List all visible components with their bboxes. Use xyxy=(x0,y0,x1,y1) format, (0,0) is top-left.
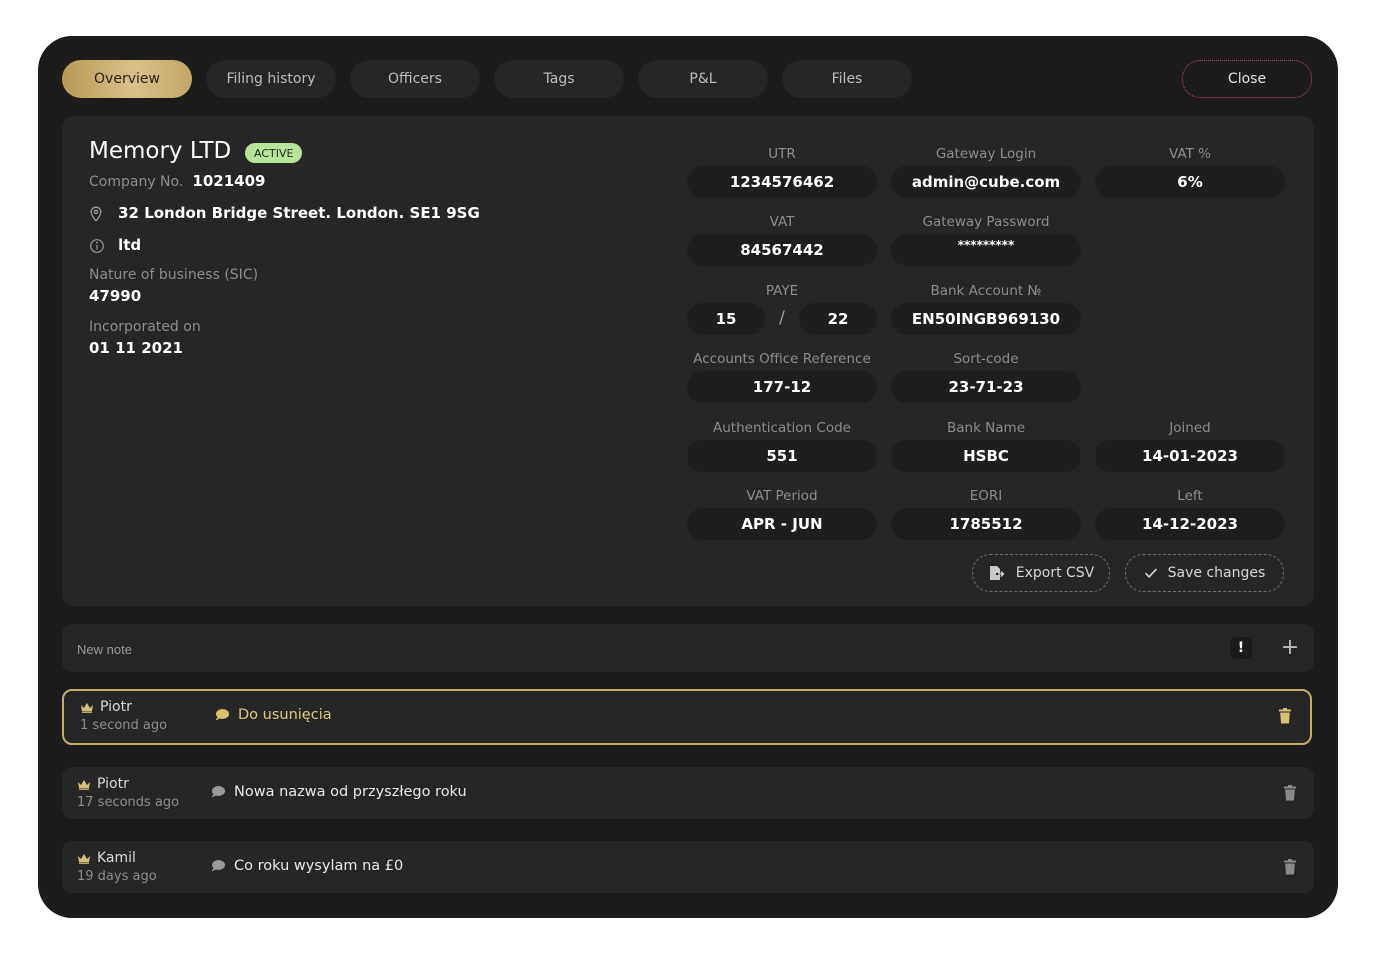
speech-bubble-icon xyxy=(214,708,230,722)
vat-label: VAT xyxy=(769,214,795,230)
crown-icon xyxy=(77,853,91,864)
export-csv-button[interactable]: Export CSV xyxy=(972,554,1110,592)
add-note-button[interactable]: + xyxy=(1278,635,1302,660)
sic-label: Nature of business (SIC) xyxy=(89,267,259,283)
note-author-name: Piotr xyxy=(100,699,132,715)
sic-value: 47990 xyxy=(89,287,142,305)
note-text-content: Do usunięcia xyxy=(238,707,332,723)
company-name: Memory LTD xyxy=(89,138,232,164)
left-label: Left xyxy=(1177,488,1203,504)
file-export-icon xyxy=(988,565,1006,581)
note-item[interactable]: Kamil 19 days ago Co roku wysylam na £0 xyxy=(62,841,1314,893)
incorporated-label: Incorporated on xyxy=(89,319,201,335)
paye-separator: / xyxy=(779,308,785,328)
tab-overview[interactable]: Overview xyxy=(62,60,192,98)
company-type: ltd xyxy=(118,236,142,254)
note-text: Co roku wysylam na £0 xyxy=(210,858,403,874)
new-note-input[interactable] xyxy=(62,624,1219,674)
note-text-content: Co roku wysylam na £0 xyxy=(234,858,404,874)
company-type-row: ltd xyxy=(89,235,141,254)
note-text: Nowa nazwa od przyszłego roku xyxy=(210,784,467,800)
check-icon xyxy=(1144,567,1158,579)
trash-icon[interactable] xyxy=(1283,784,1297,802)
incorporated-value: 01 11 2021 xyxy=(89,339,183,357)
note-time: 19 days ago xyxy=(77,869,157,884)
tab-files[interactable]: Files xyxy=(782,60,912,98)
speech-bubble-icon xyxy=(210,859,226,873)
tab-pl[interactable]: P&L xyxy=(638,60,768,98)
save-changes-label: Save changes xyxy=(1167,565,1266,581)
crown-icon xyxy=(80,702,94,713)
gateway-password-label: Gateway Password xyxy=(922,214,1050,230)
export-csv-label: Export CSV xyxy=(1015,565,1095,581)
trash-icon[interactable] xyxy=(1278,707,1292,725)
tab-tags[interactable]: Tags xyxy=(494,60,624,98)
paye-field-b[interactable]: 22 xyxy=(799,303,877,335)
company-info-card: Memory LTD ACTIVE Company No. 1021409 32… xyxy=(62,116,1314,606)
company-number-label: Company No. xyxy=(89,174,184,190)
note-author: Piotr xyxy=(77,776,129,792)
left-field[interactable]: 14-12-2023 xyxy=(1095,508,1285,540)
company-number-row: Company No. 1021409 xyxy=(89,171,265,190)
note-author-name: Piotr xyxy=(97,776,129,792)
company-details-panel: Overview Filing history Officers Tags P&… xyxy=(38,36,1338,918)
gateway-login-label: Gateway Login xyxy=(935,146,1037,162)
sort-code-label: Sort-code xyxy=(953,351,1019,367)
gateway-login-field[interactable]: admin@cube.com xyxy=(891,166,1081,198)
gateway-password-field[interactable]: ********* xyxy=(891,234,1081,266)
crown-icon xyxy=(77,779,91,790)
joined-field[interactable]: 14-01-2023 xyxy=(1095,440,1285,472)
map-pin-icon xyxy=(89,206,105,222)
bank-name-field[interactable]: HSBC xyxy=(891,440,1081,472)
utr-field[interactable]: 1234576462 xyxy=(687,166,877,198)
vat-field[interactable]: 84567442 xyxy=(687,234,877,266)
bank-account-label: Bank Account № xyxy=(930,283,1042,299)
eori-label: EORI xyxy=(969,488,1003,504)
address-row: 32 London Bridge Street. London. SE1 9SG xyxy=(89,203,480,222)
speech-bubble-icon xyxy=(210,785,226,799)
auth-code-field[interactable]: 551 xyxy=(687,440,877,472)
note-time: 17 seconds ago xyxy=(77,795,180,810)
info-icon xyxy=(89,238,105,254)
note-item[interactable]: Piotr 17 seconds ago Nowa nazwa od przys… xyxy=(62,767,1314,819)
auth-code-label: Authentication Code xyxy=(713,420,851,436)
note-item[interactable]: Piotr 1 second ago Do usunięcia xyxy=(62,689,1312,745)
note-author: Kamil xyxy=(77,850,136,866)
vat-period-field[interactable]: APR - JUN xyxy=(687,508,877,540)
note-author-name: Kamil xyxy=(97,850,136,866)
vat-percent-field[interactable]: 6% xyxy=(1095,166,1285,198)
new-note-bar: ! + xyxy=(62,624,1314,674)
note-text: Do usunięcia xyxy=(214,707,332,723)
tab-filing-history[interactable]: Filing history xyxy=(206,60,336,98)
trash-icon[interactable] xyxy=(1283,858,1297,876)
bank-name-label: Bank Name xyxy=(946,420,1026,436)
paye-field-a[interactable]: 15 xyxy=(687,303,765,335)
status-badge: ACTIVE xyxy=(245,143,303,163)
eori-field[interactable]: 1785512 xyxy=(891,508,1081,540)
note-author: Piotr xyxy=(80,699,132,715)
paye-label: PAYE xyxy=(765,283,799,299)
utr-label: UTR xyxy=(768,146,796,162)
note-time: 1 second ago xyxy=(80,718,168,733)
mark-important-button[interactable]: ! xyxy=(1230,637,1252,659)
vat-period-label: VAT Period xyxy=(746,488,818,504)
save-changes-button[interactable]: Save changes xyxy=(1125,554,1284,592)
accounts-office-ref-field[interactable]: 177-12 xyxy=(687,371,877,403)
bank-account-field[interactable]: EN50INGB969130 xyxy=(891,303,1081,335)
vat-percent-label: VAT % xyxy=(1169,146,1211,162)
note-text-content: Nowa nazwa od przyszłego roku xyxy=(234,784,467,800)
joined-label: Joined xyxy=(1169,420,1211,436)
company-address: 32 London Bridge Street. London. SE1 9SG xyxy=(118,204,480,222)
company-number: 1021409 xyxy=(192,172,266,190)
accounts-office-ref-label: Accounts Office Reference xyxy=(693,351,871,367)
close-button[interactable]: Close xyxy=(1182,60,1312,98)
sort-code-field[interactable]: 23-71-23 xyxy=(891,371,1081,403)
tab-officers[interactable]: Officers xyxy=(350,60,480,98)
